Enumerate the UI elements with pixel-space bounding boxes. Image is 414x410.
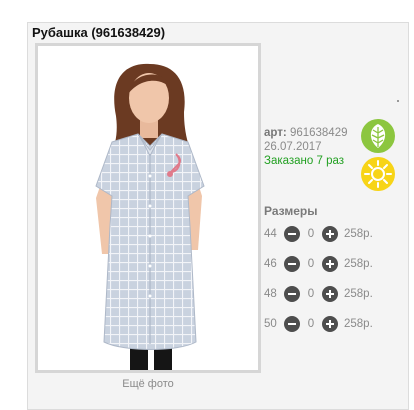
article-line: арт: 961638429 xyxy=(264,126,348,140)
size-price: 258р. xyxy=(344,318,373,330)
size-price: 258р. xyxy=(344,288,373,300)
size-label: 50 xyxy=(264,318,277,330)
size-label: 46 xyxy=(264,258,277,270)
separator-dot xyxy=(397,100,399,102)
plus-button[interactable] xyxy=(322,256,338,272)
size-price: 258р. xyxy=(344,228,373,240)
size-row: 46 0 258р. xyxy=(264,255,373,273)
model-illustration xyxy=(38,46,258,370)
product-title: Рубашка (961638429) xyxy=(32,25,166,40)
sizes-title: Размеры xyxy=(264,204,318,218)
ordered-count: Заказано 7 раз xyxy=(264,155,345,167)
minus-button[interactable] xyxy=(284,256,300,272)
size-row: 48 0 258р. xyxy=(264,285,373,303)
minus-button[interactable] xyxy=(284,226,300,242)
plus-button[interactable] xyxy=(322,286,338,302)
quantity-value: 0 xyxy=(307,318,315,330)
plus-button[interactable] xyxy=(322,226,338,242)
product-photo[interactable] xyxy=(35,43,261,373)
article-value: 961638429 xyxy=(289,127,348,139)
size-row: 44 0 258р. xyxy=(264,225,373,243)
quantity-value: 0 xyxy=(307,228,315,240)
plus-button[interactable] xyxy=(322,316,338,332)
size-label: 48 xyxy=(264,288,277,300)
article-label: арт: xyxy=(264,127,287,139)
product-date: 26.07.2017 xyxy=(264,141,322,153)
sun-icon xyxy=(361,157,395,191)
size-price: 258р. xyxy=(344,258,373,270)
size-row: 50 0 258р. xyxy=(264,315,373,333)
quantity-value: 0 xyxy=(307,258,315,270)
quantity-value: 0 xyxy=(307,288,315,300)
more-photos-link[interactable]: Ещё фото xyxy=(35,378,261,390)
size-label: 44 xyxy=(264,228,277,240)
minus-button[interactable] xyxy=(284,316,300,332)
leaf-icon xyxy=(361,119,395,153)
minus-button[interactable] xyxy=(284,286,300,302)
product-info: арт: 961638429 26.07.2017 Заказано 7 раз xyxy=(264,126,348,168)
